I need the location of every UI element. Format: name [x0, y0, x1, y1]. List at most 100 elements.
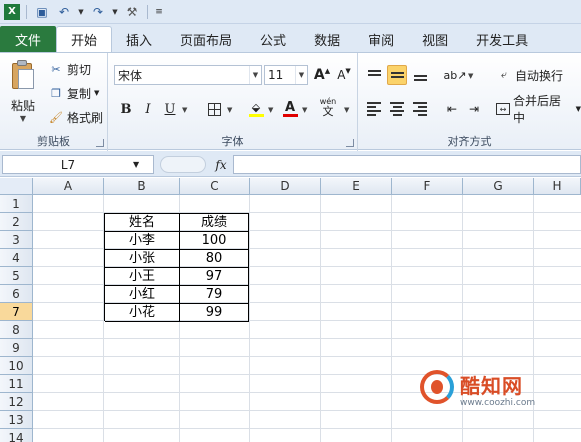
formula-bar: L7 ▼ fx [0, 151, 581, 177]
row-header-11[interactable]: 11 [0, 375, 33, 393]
row-header-4[interactable]: 4 [0, 249, 33, 267]
tab-page-layout[interactable]: 页面布局 [166, 26, 246, 52]
name-box[interactable]: L7 ▼ [2, 155, 154, 174]
merge-center-button[interactable]: ↔ 合并后居中 ▼ [496, 94, 581, 125]
cell-c4[interactable]: 80 [180, 250, 249, 268]
tab-view[interactable]: 视图 [408, 26, 462, 52]
orientation-button[interactable]: ab↗ [442, 65, 468, 85]
redo-icon[interactable]: ↷ [89, 3, 107, 21]
save-icon[interactable]: ▣ [33, 3, 51, 21]
tab-file[interactable]: 文件 [0, 26, 56, 52]
row-header-6[interactable]: 6 [0, 285, 33, 303]
row-header-3[interactable]: 3 [0, 231, 33, 249]
align-right-button[interactable] [410, 99, 430, 119]
chevron-down-icon[interactable]: ▼ [268, 106, 273, 114]
cell-c2[interactable]: 成绩 [180, 214, 249, 232]
chevron-down-icon[interactable]: ▼ [182, 106, 187, 114]
copy-button[interactable]: ❐ 复制 ▼ [48, 83, 99, 103]
spreadsheet-grid[interactable]: A B C D E F G H 1 2 3 4 5 6 7 8 9 10 11 … [0, 178, 581, 442]
column-header-a[interactable]: A [33, 178, 104, 195]
chevron-down-icon[interactable]: ▼ [576, 105, 581, 113]
tab-developer[interactable]: 开发工具 [462, 26, 542, 52]
tab-data[interactable]: 数据 [300, 26, 354, 52]
cell-c7[interactable]: 99 [180, 304, 249, 322]
column-header-f[interactable]: F [392, 178, 463, 195]
row-header-14[interactable]: 14 [0, 429, 33, 442]
row-header-7[interactable]: 7 [0, 303, 33, 321]
chevron-down-icon[interactable]: ▼ [295, 66, 307, 84]
italic-button[interactable]: I [138, 99, 158, 119]
fill-color-button[interactable]: ⬙ [246, 99, 266, 119]
column-header-e[interactable]: E [321, 178, 392, 195]
undo-dropdown-icon[interactable]: ▼ [77, 3, 85, 21]
increase-indent-button[interactable]: ⇥ [464, 99, 484, 119]
customize-icon[interactable]: ≡ [154, 3, 164, 21]
watermark: 酷知网 www.coozhi.com [410, 368, 570, 416]
chevron-down-icon[interactable]: ▼ [249, 66, 261, 84]
chevron-down-icon[interactable]: ▼ [20, 114, 26, 123]
formula-bar-divider[interactable] [160, 156, 206, 173]
cell-b6[interactable]: 小红 [105, 286, 180, 304]
underline-button[interactable]: U [160, 99, 180, 119]
tools-icon[interactable]: ⚒ [123, 3, 141, 21]
row-header-1[interactable]: 1 [0, 195, 33, 213]
cell-b3[interactable]: 小李 [105, 232, 180, 250]
increase-indent-icon: ⇥ [468, 102, 480, 116]
row-header-2[interactable]: 2 [0, 213, 33, 231]
cell-c5[interactable]: 97 [180, 268, 249, 286]
undo-icon[interactable]: ↶ [55, 3, 73, 21]
row-header-5[interactable]: 5 [0, 267, 33, 285]
chevron-down-icon[interactable]: ▼ [133, 160, 139, 169]
cut-button[interactable]: ✂ 剪切 [48, 59, 91, 79]
column-header-h[interactable]: H [534, 178, 581, 195]
redo-dropdown-icon[interactable]: ▼ [111, 3, 119, 21]
dialog-launcher-icon[interactable] [346, 139, 354, 147]
phonetic-button[interactable]: wén 文 [316, 97, 340, 118]
font-name-select[interactable]: 宋体 ▼ [114, 65, 262, 85]
row-header-12[interactable]: 12 [0, 393, 33, 411]
align-middle-button[interactable] [387, 65, 407, 85]
toolbar-separator [147, 4, 148, 19]
chevron-down-icon[interactable]: ▼ [344, 106, 349, 114]
row-header-13[interactable]: 13 [0, 411, 33, 429]
cell-b2[interactable]: 姓名 [105, 214, 180, 232]
grow-font-button[interactable]: A ▲ [312, 65, 332, 85]
cell-b5[interactable]: 小王 [105, 268, 180, 286]
column-header-c[interactable]: C [180, 178, 250, 195]
cell-b4[interactable]: 小张 [105, 250, 180, 268]
bold-button[interactable]: B [116, 99, 136, 119]
select-all-corner[interactable] [0, 178, 33, 195]
chevron-down-icon[interactable]: ▼ [227, 106, 232, 114]
format-painter-button[interactable]: 🖌 格式刷 [48, 107, 103, 127]
column-header-d[interactable]: D [250, 178, 321, 195]
row-header-10[interactable]: 10 [0, 357, 33, 375]
borders-button[interactable] [204, 99, 224, 119]
align-bottom-button[interactable] [410, 65, 430, 85]
cell-c6[interactable]: 79 [180, 286, 249, 304]
align-left-button[interactable] [364, 99, 384, 119]
column-header-b[interactable]: B [104, 178, 180, 195]
align-top-button[interactable] [364, 65, 384, 85]
font-size-select[interactable]: 11 ▼ [264, 65, 308, 85]
chevron-down-icon[interactable]: ▼ [94, 89, 99, 97]
tab-review[interactable]: 审阅 [354, 26, 408, 52]
row-header-8[interactable]: 8 [0, 321, 33, 339]
column-header-g[interactable]: G [463, 178, 534, 195]
decrease-indent-button[interactable]: ⇤ [442, 99, 462, 119]
chevron-down-icon[interactable]: ▼ [302, 106, 307, 114]
font-color-button[interactable]: A [280, 99, 300, 119]
align-center-button[interactable] [387, 99, 407, 119]
tab-home[interactable]: 开始 [56, 26, 113, 52]
shrink-font-button[interactable]: A ▼ [334, 65, 354, 85]
cell-b7[interactable]: 小花 [105, 304, 180, 322]
wrap-text-button[interactable]: ⤶ 自动换行 [496, 65, 563, 85]
row-header-9[interactable]: 9 [0, 339, 33, 357]
formula-input[interactable] [233, 155, 581, 174]
chevron-down-icon[interactable]: ▼ [468, 72, 473, 80]
paste-button[interactable]: 粘贴 ▼ [6, 57, 40, 127]
tab-formulas[interactable]: 公式 [246, 26, 300, 52]
cell-c3[interactable]: 100 [180, 232, 249, 250]
tab-insert[interactable]: 插入 [112, 26, 166, 52]
dialog-launcher-icon[interactable] [96, 139, 104, 147]
insert-function-button[interactable]: fx [212, 155, 230, 174]
